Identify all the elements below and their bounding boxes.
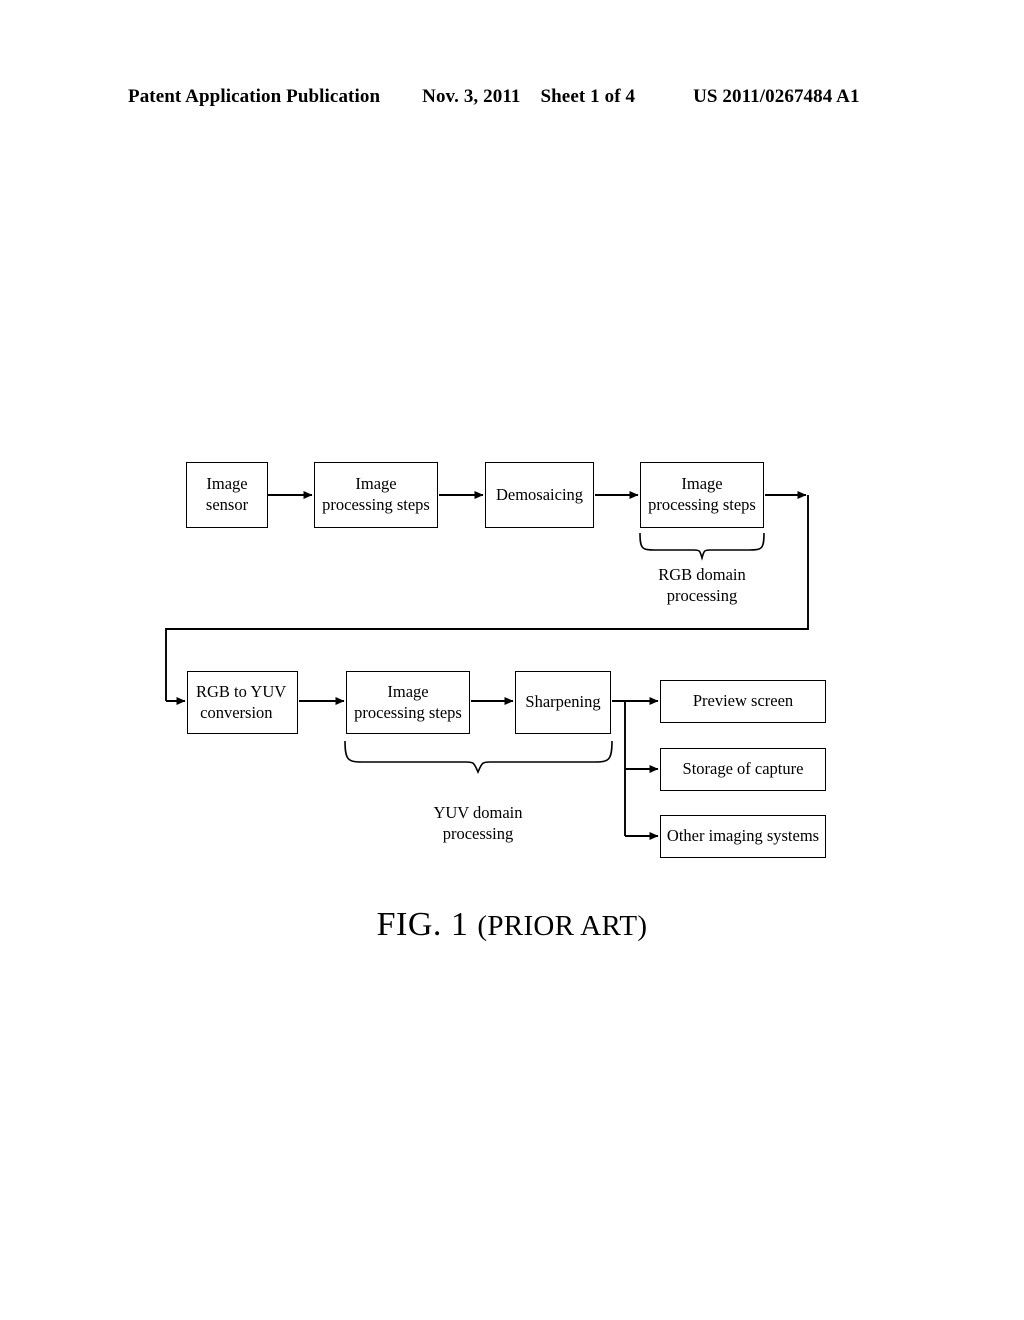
node-other-imaging-systems[interactable]: Other imaging systems xyxy=(660,815,826,858)
node-yuv-processing-steps[interactable]: Image processing steps xyxy=(346,671,470,734)
node-sharpening-label: Sharpening xyxy=(525,692,601,712)
flowchart-diagram: Image sensor Image processing steps Demosa… xyxy=(0,0,1024,1320)
node-demosaicing-label: Demosaicing xyxy=(495,484,584,504)
yuv-domain-processing-caption: YUV domain processing xyxy=(378,802,578,845)
rgb-domain-processing-caption-label: RGB domain processing xyxy=(658,565,746,606)
node-other-imaging-systems-label: Other imaging systems xyxy=(666,826,820,846)
figure-caption: FIG. 1 (PRIOR ART) xyxy=(0,906,1024,944)
patent-figure-page: Patent Application Publication Nov. 3, 2… xyxy=(0,0,1024,1320)
node-rgb-processing-steps-2-label: Image processing steps xyxy=(648,474,756,514)
node-preview-screen-label: Preview screen xyxy=(692,691,794,711)
node-rgb-to-yuv-conversion[interactable]: RGB to YUV conversion xyxy=(187,671,298,734)
node-rgb-to-yuv-conversion-label: RGB to YUV conversion xyxy=(196,681,287,722)
yuv-domain-processing-caption-label: YUV domain processing xyxy=(433,803,523,844)
node-storage-of-capture[interactable]: Storage of capture xyxy=(660,748,826,791)
node-storage-of-capture-label: Storage of capture xyxy=(682,759,804,779)
node-sharpening[interactable]: Sharpening xyxy=(515,671,611,734)
figure-caption-main: FIG. 1 xyxy=(376,906,469,943)
rgb-domain-processing-caption: RGB domain processing xyxy=(602,564,802,607)
flowchart-connectors xyxy=(165,491,809,840)
figure-caption-sub: (PRIOR ART) xyxy=(477,910,648,942)
node-rgb-processing-steps-1[interactable]: Image processing steps xyxy=(314,462,438,528)
rgb-domain-brace-path xyxy=(639,532,765,561)
node-yuv-processing-steps-label: Image processing steps xyxy=(354,681,462,722)
node-rgb-processing-steps-1-label: Image processing steps xyxy=(322,474,430,514)
node-preview-screen[interactable]: Preview screen xyxy=(660,680,826,723)
link-sharpening-trunk xyxy=(612,700,626,836)
node-image-sensor[interactable]: Image sensor xyxy=(186,462,268,528)
node-rgb-processing-steps-2[interactable]: Image processing steps xyxy=(640,462,764,528)
node-demosaicing[interactable]: Demosaicing xyxy=(485,462,594,528)
node-image-sensor-label: Image sensor xyxy=(205,474,249,514)
yuv-domain-brace-path xyxy=(344,740,613,774)
